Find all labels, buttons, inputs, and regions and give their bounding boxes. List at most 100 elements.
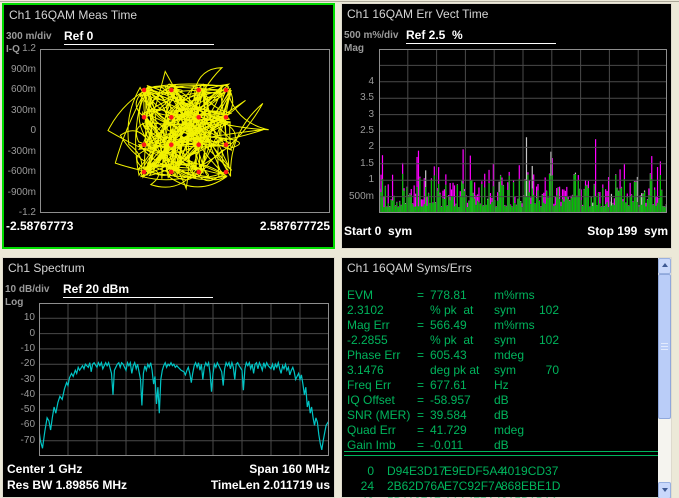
table-separator bbox=[344, 451, 658, 456]
error-cell: m%rms bbox=[494, 318, 535, 332]
error-cell: % pk at bbox=[430, 303, 473, 317]
error-cell: = bbox=[417, 318, 424, 332]
y-tick-label: 1 bbox=[368, 174, 374, 185]
panel-title: Ch1 16QAM Syms/Errs bbox=[347, 261, 472, 275]
arrow-up-icon bbox=[662, 263, 668, 267]
spectrum-plot[interactable] bbox=[39, 303, 329, 456]
error-row: -2.2855 % pk at sym 102 bbox=[342, 333, 655, 348]
error-cell: SNR (MER) bbox=[347, 408, 410, 422]
error-cell: Quad Err bbox=[347, 423, 396, 437]
y-tick-label: 0 bbox=[30, 125, 36, 136]
center-freq-label: Center 1 GHz bbox=[7, 462, 82, 476]
error-cell: dB bbox=[494, 438, 509, 452]
error-cell: 39.584 bbox=[430, 408, 467, 422]
error-cell: 2.3102 bbox=[347, 303, 384, 317]
error-row: IQ Offset=-58.957dB bbox=[342, 393, 655, 408]
y-tick-label: 0 bbox=[29, 328, 35, 339]
error-row: EVM=778.81m%rms bbox=[342, 288, 655, 303]
error-cell: 3.1476 bbox=[347, 363, 384, 377]
y-tick-label: 1.5 bbox=[360, 158, 374, 169]
symbol-hex-row: 242B62D76AE7C92F7A868EBE1D bbox=[342, 479, 655, 494]
y-tick-label: -60 bbox=[21, 419, 35, 430]
symbol-hex-row: 485B118717A1A477AA815B1B1A bbox=[342, 495, 655, 498]
error-row: 3.1476deg pk atsym70 bbox=[342, 363, 655, 378]
error-cell: -2.2855 bbox=[347, 333, 388, 347]
symbol-hex-word: 5B118717 bbox=[387, 495, 444, 498]
panel-meas-time[interactable]: Ch1 16QAM Meas Time 300 m/div Ref 0 I-Q … bbox=[2, 3, 335, 249]
error-summary-table: EVM = 778.81 m%rms 2.3102 % pk at sym 102Mag Er… bbox=[342, 288, 655, 453]
symbol-hex-word: 4019CD37 bbox=[501, 464, 558, 478]
y-tick-label: 2 bbox=[368, 141, 374, 152]
y-axis-ticks: 43.532.521.51500m bbox=[342, 4, 376, 248]
error-cell: Gain Imb bbox=[347, 438, 396, 452]
ref-level-label: Ref 20 dBm bbox=[63, 282, 129, 296]
y-tick-label: -70 bbox=[21, 435, 35, 446]
symbol-hex-word: 2B62D76A bbox=[387, 479, 444, 493]
error-cell: dB bbox=[494, 408, 509, 422]
error-cell: 778.81 bbox=[430, 288, 467, 302]
error-cell: sym bbox=[494, 363, 516, 377]
y-tick-label: 300m bbox=[11, 105, 36, 116]
y-tick-label: -20 bbox=[21, 358, 35, 369]
y-tick-label: -30 bbox=[21, 374, 35, 385]
y-tick-label: 4 bbox=[368, 76, 374, 87]
y-tick-label: 1.2 bbox=[22, 43, 36, 54]
error-cell: sym bbox=[494, 303, 516, 317]
arrow-down-icon bbox=[662, 488, 668, 492]
y-tick-label: -50 bbox=[21, 404, 35, 415]
error-cell: 102 bbox=[525, 333, 559, 347]
error-cell: = bbox=[417, 348, 424, 362]
span-label: Span 160 MHz bbox=[249, 462, 330, 476]
y-tick-label: -600m bbox=[8, 166, 36, 177]
y-tick-label: 600m bbox=[11, 84, 36, 95]
error-cell: = bbox=[417, 408, 424, 422]
panel-syms-errs[interactable]: Ch1 16QAM Syms/Errs EVM = 778.81 m%rms 2.310… bbox=[341, 257, 672, 498]
error-cell: = bbox=[417, 288, 424, 302]
error-cell: sym bbox=[494, 333, 516, 347]
symbol-index: 48 bbox=[342, 495, 374, 498]
error-cell: EVM bbox=[347, 288, 373, 302]
error-cell: mdeg bbox=[494, 348, 524, 362]
panel-spectrum[interactable]: Ch1 Spectrum 10 dB/div Ref 20 dBm Log 10… bbox=[2, 257, 335, 498]
error-cell: 70 bbox=[525, 363, 559, 377]
error-cell: dB bbox=[494, 393, 509, 407]
error-row: Freq Err=677.61Hz bbox=[342, 378, 655, 393]
error-cell: Hz bbox=[494, 378, 509, 392]
scrollbar[interactable] bbox=[658, 258, 671, 497]
symbol-hex-word: A1A477AA bbox=[444, 495, 501, 498]
error-cell: IQ Offset bbox=[347, 393, 395, 407]
y-tick-label: -300m bbox=[8, 146, 36, 157]
scroll-up-button[interactable] bbox=[658, 258, 671, 274]
ref-level-label: Ref 2.5 % bbox=[406, 28, 463, 42]
scroll-down-button[interactable] bbox=[658, 482, 671, 498]
y-tick-label: 3 bbox=[368, 109, 374, 120]
error-cell: = bbox=[417, 378, 424, 392]
error-cell: Freq Err bbox=[347, 378, 391, 392]
error-row: Phase Err=605.43mdeg bbox=[342, 348, 655, 363]
symbol-hex-word: E9EDF5A4 bbox=[444, 464, 501, 478]
x-axis-start-label: Start 0 sym bbox=[344, 224, 412, 238]
y-tick-label: 3.5 bbox=[360, 92, 374, 103]
y-tick-label: -40 bbox=[21, 389, 35, 400]
err-vect-plot[interactable] bbox=[379, 49, 667, 213]
error-cell: = bbox=[417, 423, 424, 437]
symbol-index: 24 bbox=[342, 479, 374, 493]
symbol-hex-row: 0D94E3D17E9EDF5A44019CD37 bbox=[342, 464, 655, 479]
error-cell: % pk at bbox=[430, 333, 473, 347]
scrollbar-thumb[interactable] bbox=[658, 274, 671, 419]
x-axis-left-label: -2.58767773 bbox=[6, 219, 73, 233]
error-cell: -58.957 bbox=[430, 393, 471, 407]
window-edge bbox=[0, 1, 679, 2]
error-row: SNR (MER) = 39.584 dB bbox=[342, 408, 655, 423]
y-tick-label: 900m bbox=[11, 64, 36, 75]
x-axis-stop-label: Stop 199 sym bbox=[587, 224, 668, 238]
error-row: Mag Err=566.49m%rms bbox=[342, 318, 655, 333]
constellation-plot[interactable] bbox=[40, 49, 330, 213]
y-tick-label: 500m bbox=[349, 191, 374, 202]
panel-err-vect-time[interactable]: Ch1 16QAM Err Vect Time 500 m%/div Ref 2… bbox=[341, 3, 672, 249]
ref-level-line bbox=[64, 44, 214, 45]
time-len-label: TimeLen 2.011719 us bbox=[211, 478, 330, 492]
y-axis-ticks: 1.2900m600m300m0-300m-600m-900m-1.2 bbox=[4, 5, 38, 247]
ref-level-line bbox=[63, 297, 213, 298]
error-cell: Phase Err bbox=[347, 348, 400, 362]
